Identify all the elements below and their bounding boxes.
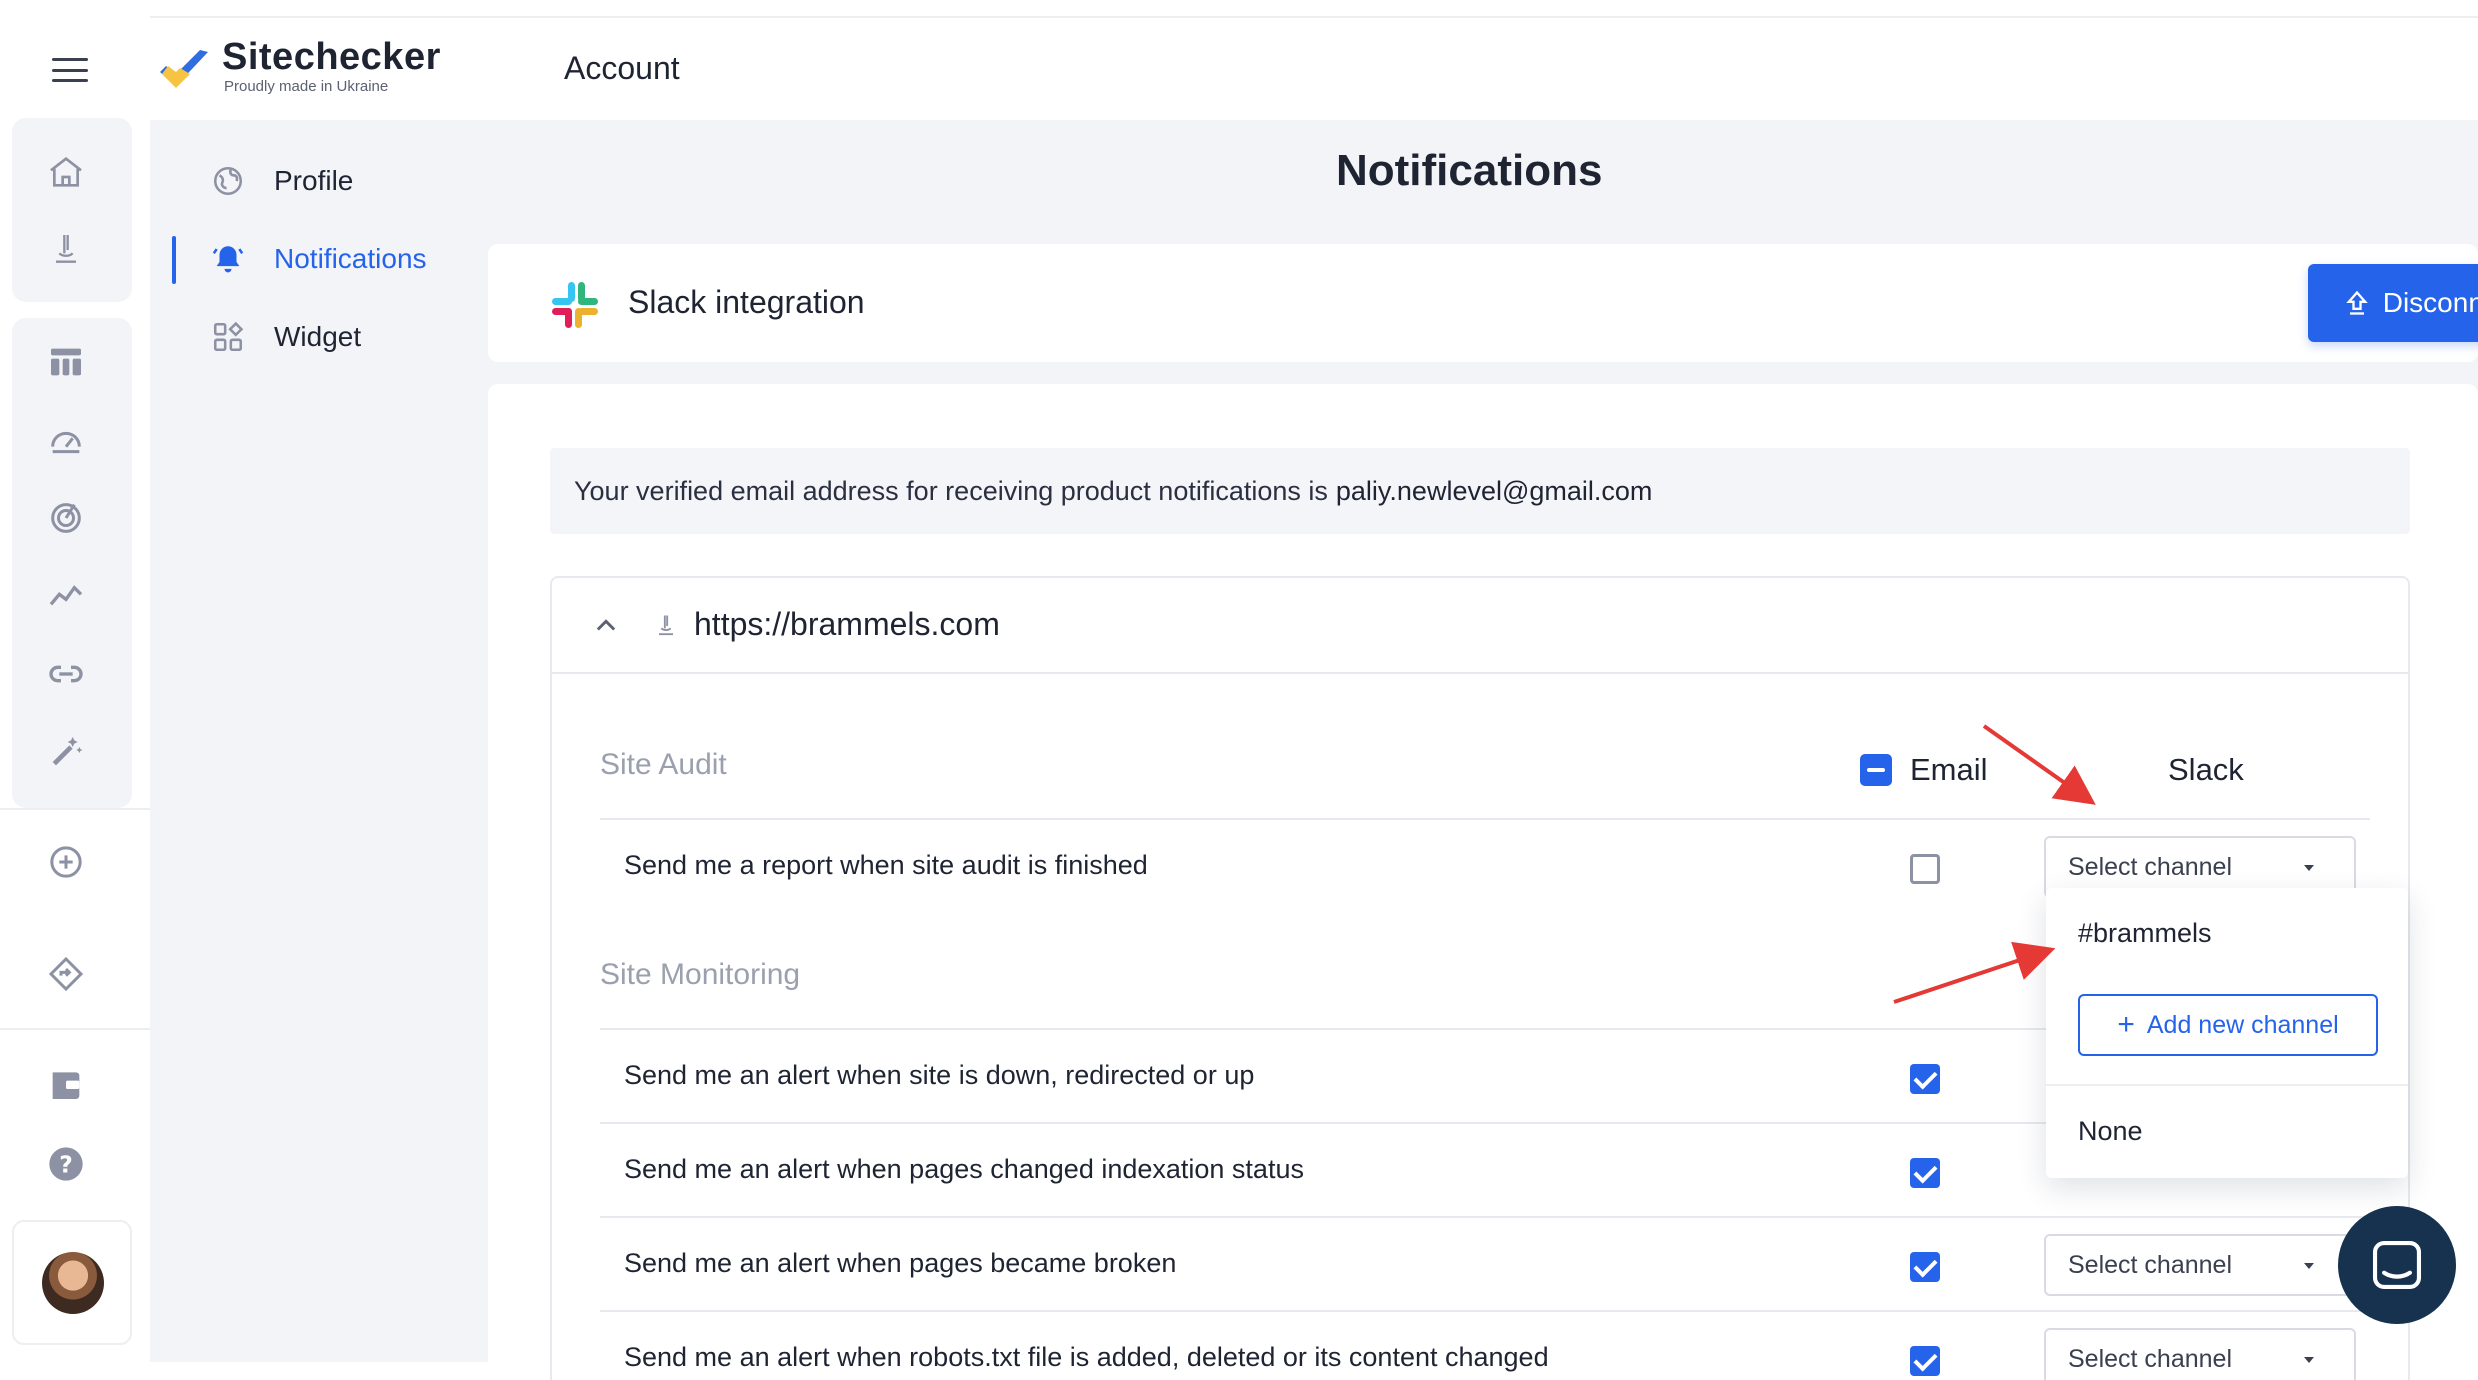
- rail-group-top: [12, 118, 132, 302]
- add-circle-icon[interactable]: [44, 840, 88, 884]
- slack-logo-icon: [552, 282, 598, 328]
- menu-icon[interactable]: [52, 58, 88, 82]
- email-select-all-checkbox[interactable]: [1860, 754, 1892, 786]
- disconnect-button[interactable]: Disconnect: [2308, 264, 2478, 342]
- icon-rail: ?: [0, 0, 150, 1362]
- verified-email: paliy.newlevel@gmail.com: [1335, 475, 1653, 506]
- user-menu[interactable]: [12, 1220, 132, 1345]
- slack-column-header: Slack: [2168, 752, 2244, 787]
- radar-icon[interactable]: [44, 496, 88, 540]
- section-site-audit: Site Audit: [600, 748, 727, 781]
- email-checkbox[interactable]: [1910, 1252, 1940, 1282]
- magic-wand-icon[interactable]: [44, 730, 88, 774]
- slack-integration-card: Slack integration Disconnect: [488, 244, 2478, 362]
- subnav-label: Widget: [274, 321, 362, 352]
- chat-button[interactable]: [2338, 1206, 2456, 1324]
- header: Sitechecker Proudly made in Ukraine Acco…: [150, 20, 2478, 120]
- row-label: Send me an alert when pages became broke…: [624, 1248, 1177, 1278]
- avatar[interactable]: [42, 1252, 104, 1314]
- help-icon[interactable]: ?: [44, 1142, 88, 1186]
- slack-integration-title: Slack integration: [628, 284, 865, 320]
- widget-icon: [210, 319, 246, 355]
- chevron-up-icon[interactable]: [592, 612, 620, 640]
- brand-tagline: Proudly made in Ukraine: [224, 78, 389, 95]
- upload-icon: [2345, 290, 2368, 315]
- select-value: Select channel: [2068, 1250, 2233, 1279]
- subnav-item-notifications[interactable]: Notifications: [210, 234, 427, 284]
- site-favicon-icon: [659, 615, 673, 636]
- caret-down-icon: [2304, 865, 2314, 871]
- directions-icon[interactable]: [44, 952, 88, 996]
- table-row: Send me an alert when robots.txt file is…: [600, 1310, 2370, 1380]
- site-favicon-icon[interactable]: [44, 228, 88, 272]
- plus-icon: +: [2117, 1008, 2135, 1041]
- slack-channel-select[interactable]: Select channel: [2044, 1328, 2356, 1380]
- active-indicator: [172, 236, 176, 284]
- channel-dropdown: #brammels + Add new channel None: [2046, 888, 2408, 1178]
- rail-divider: [0, 808, 150, 810]
- globe-icon: [210, 163, 246, 199]
- chat-icon: [2372, 1240, 2422, 1290]
- brand-name[interactable]: Sitechecker: [222, 36, 441, 79]
- email-column-label: Email: [1910, 752, 1988, 787]
- row-label: Send me an alert when robots.txt file is…: [624, 1342, 1549, 1372]
- section-site-monitoring: Site Monitoring: [600, 958, 801, 991]
- svg-text:?: ?: [59, 1150, 73, 1178]
- dropdown-option-brammels[interactable]: #brammels: [2078, 918, 2212, 949]
- table-icon[interactable]: [44, 340, 88, 384]
- top-border: [150, 0, 2478, 18]
- wallet-icon[interactable]: [44, 1062, 88, 1106]
- slack-channel-select[interactable]: Select channel: [2044, 1234, 2356, 1296]
- email-checkbox[interactable]: [1910, 1346, 1940, 1376]
- caret-down-icon: [2304, 1357, 2314, 1363]
- email-column-header[interactable]: Email: [1860, 752, 1988, 788]
- row-label: Send me an alert when site is down, redi…: [624, 1060, 1255, 1090]
- trend-icon[interactable]: [44, 574, 88, 618]
- select-value: Select channel: [2068, 1344, 2233, 1373]
- select-value: Select channel: [2068, 852, 2233, 881]
- subnav-label: Notifications: [274, 243, 427, 274]
- row-label: Send me an alert when pages changed inde…: [624, 1154, 1304, 1184]
- site-url: https://brammels.com: [694, 606, 1000, 642]
- subnav-item-widget[interactable]: Widget: [210, 312, 361, 362]
- table-row: Send me an alert when pages became broke…: [600, 1216, 2370, 1310]
- add-channel-label: Add new channel: [2146, 1010, 2339, 1039]
- row-label: Send me a report when site audit is fini…: [624, 850, 1148, 880]
- page-title: Notifications: [1336, 146, 1603, 195]
- email-banner-text: Your verified email address for receivin…: [574, 475, 1328, 506]
- email-banner: Your verified email address for receivin…: [550, 448, 2410, 534]
- email-checkbox[interactable]: [1910, 854, 1940, 884]
- email-checkbox[interactable]: [1910, 1064, 1940, 1094]
- add-new-channel-button[interactable]: + Add new channel: [2078, 994, 2378, 1056]
- section-title: Account: [564, 50, 680, 86]
- rail-divider: [0, 1028, 150, 1030]
- notifications-card: Your verified email address for receivin…: [488, 384, 2478, 1380]
- dropdown-divider: [2046, 1084, 2408, 1086]
- caret-down-icon: [2304, 1263, 2314, 1269]
- home-icon[interactable]: [44, 150, 88, 194]
- subnav-item-profile[interactable]: Profile: [210, 156, 353, 206]
- link-icon[interactable]: [44, 652, 88, 696]
- site-panel-header[interactable]: https://brammels.com: [552, 578, 2408, 674]
- bell-icon: [210, 241, 246, 277]
- dropdown-option-none[interactable]: None: [2078, 1116, 2143, 1147]
- speedometer-icon[interactable]: [44, 418, 88, 462]
- subnav-label: Profile: [274, 165, 354, 196]
- disconnect-label: Disconnect: [2382, 287, 2478, 318]
- sitechecker-logo-icon[interactable]: [156, 46, 212, 92]
- email-checkbox[interactable]: [1910, 1158, 1940, 1188]
